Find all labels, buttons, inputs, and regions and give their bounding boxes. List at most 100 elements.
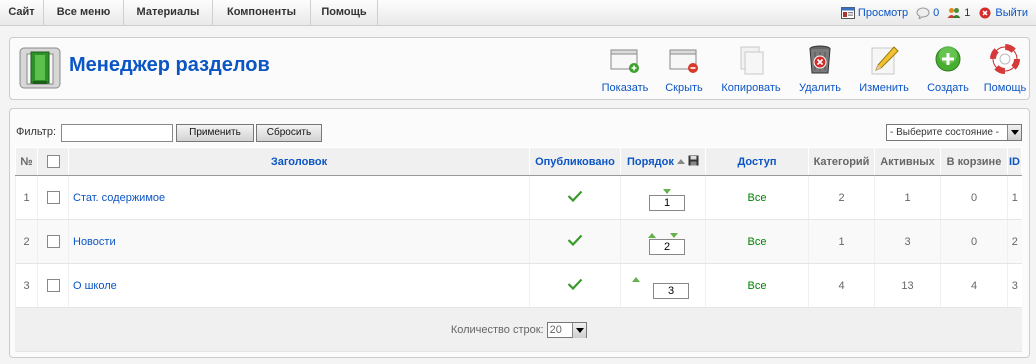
order-up-icon[interactable] (632, 276, 640, 282)
col-num: № (15, 147, 38, 176)
row-title-cell: О школе (68, 263, 530, 308)
table-header-row: № Заголовок Опубликовано Порядок Доступ … (15, 147, 1022, 176)
row-active: 13 (874, 263, 941, 308)
users-count: 1 (964, 6, 971, 19)
sort-asc-icon (676, 159, 685, 164)
order-up-icon[interactable] (648, 232, 656, 238)
col-order-label[interactable]: Порядок (627, 155, 674, 167)
menu-help[interactable]: Помощь (311, 0, 378, 25)
order-input[interactable]: 3 (653, 282, 689, 299)
row-published-cell (529, 263, 621, 308)
unpublish-button[interactable]: Скрыть (662, 44, 706, 94)
save-order-icon[interactable] (688, 155, 699, 169)
help-button[interactable]: Помощь (982, 44, 1028, 94)
row-categories: 2 (808, 175, 875, 220)
help-label: Помощь (983, 82, 1027, 94)
row-order-cell: 2 (620, 219, 706, 264)
row-order-cell: 1 (620, 175, 706, 220)
delete-label: Удалить (799, 82, 841, 94)
row-checkbox-cell (37, 175, 69, 220)
published-check-icon[interactable] (567, 190, 583, 203)
row-checkbox-cell (37, 219, 69, 264)
col-published[interactable]: Опубликовано (529, 147, 621, 176)
preview-link[interactable]: Просмотр (840, 6, 909, 19)
table-row: 1 Стат. содержимое 1 Все 2 1 0 1 (15, 175, 1022, 220)
col-order: Порядок (620, 147, 706, 176)
col-access[interactable]: Доступ (705, 147, 809, 176)
order-down-icon[interactable] (663, 188, 671, 194)
published-check-icon[interactable] (567, 234, 583, 247)
publish-icon (609, 44, 641, 76)
row-checkbox[interactable] (46, 191, 60, 204)
row-trash: 0 (940, 175, 1008, 220)
row-access[interactable]: Все (705, 175, 809, 220)
row-id: 2 (1007, 219, 1022, 264)
menu-site[interactable]: Сайт (0, 0, 44, 25)
new-button[interactable]: Создать (924, 44, 972, 94)
order-input[interactable]: 2 (649, 238, 685, 255)
publish-button[interactable]: Показать (599, 44, 651, 94)
row-title-link[interactable]: О школе (73, 280, 117, 292)
row-num: 1 (15, 175, 38, 220)
status-area: Просмотр 0 1 Выйти (840, 0, 1036, 25)
delete-button[interactable]: Удалить (796, 44, 844, 94)
filter-input[interactable] (61, 124, 173, 142)
copy-icon (735, 44, 767, 76)
apply-button[interactable]: Применить (176, 124, 254, 142)
state-select[interactable]: - Выберите состояние - (886, 124, 1022, 141)
delete-icon (804, 44, 836, 76)
table-footer-row: Количество строк: 20 (15, 307, 1022, 352)
row-access[interactable]: Все (705, 263, 809, 308)
col-trash: В корзине (940, 147, 1008, 176)
help-icon (989, 44, 1021, 76)
row-title-link[interactable]: Новости (73, 236, 116, 248)
rows-limit-value: 20 (549, 323, 562, 336)
preview-icon (840, 6, 855, 19)
logout-label: Выйти (995, 6, 1028, 19)
row-access[interactable]: Все (705, 219, 809, 264)
filter-label: Фильтр: (16, 126, 57, 138)
top-menu-bar: Сайт Все меню Материалы Компоненты Помощ… (0, 0, 1036, 26)
messages-count: 0 (933, 6, 940, 19)
row-categories: 1 (808, 219, 875, 264)
menu-components[interactable]: Компоненты (213, 0, 311, 25)
row-checkbox[interactable] (46, 279, 60, 292)
new-label: Создать (927, 82, 969, 94)
copy-button[interactable]: Копировать (719, 44, 783, 94)
row-num: 2 (15, 219, 38, 264)
menu-content[interactable]: Материалы (124, 0, 213, 25)
row-title-link[interactable]: Стат. содержимое (73, 192, 165, 204)
unpublish-label: Скрыть (665, 82, 703, 94)
row-checkbox[interactable] (46, 235, 60, 248)
col-title[interactable]: Заголовок (68, 147, 530, 176)
row-num: 3 (15, 263, 38, 308)
row-checkbox-cell (37, 263, 69, 308)
row-trash: 4 (940, 263, 1008, 308)
users-online[interactable]: 1 (947, 7, 970, 19)
row-title-cell: Новости (68, 219, 530, 264)
messages-link[interactable]: 0 (916, 6, 940, 20)
preview-label: Просмотр (857, 6, 909, 19)
rows-limit-select[interactable]: 20 (546, 321, 587, 338)
col-active: Активных (874, 147, 941, 176)
logout-link[interactable]: Выйти (978, 7, 1028, 19)
edit-button[interactable]: Изменить (856, 44, 912, 94)
row-active: 1 (874, 175, 941, 220)
menu-all-menus[interactable]: Все меню (44, 0, 124, 25)
sections-table: № Заголовок Опубликовано Порядок Доступ … (15, 147, 1022, 352)
messages-icon (916, 7, 930, 20)
section-manager-icon (17, 45, 63, 91)
order-input[interactable]: 1 (649, 194, 685, 211)
order-down-icon[interactable] (670, 232, 678, 238)
col-id[interactable]: ID (1007, 147, 1022, 176)
check-all-checkbox[interactable] (46, 155, 60, 168)
published-check-icon[interactable] (567, 278, 583, 291)
row-published-cell (529, 175, 621, 220)
row-id: 3 (1007, 263, 1022, 308)
col-categories: Категорий (808, 147, 875, 176)
table-row: 3 О школе 3 Все 4 13 4 3 (15, 263, 1022, 308)
row-active: 3 (874, 219, 941, 264)
reset-button[interactable]: Сбросить (256, 124, 322, 142)
page-title: Менеджер разделов (69, 54, 270, 76)
pagination-cell: Количество строк: 20 (15, 307, 1022, 352)
